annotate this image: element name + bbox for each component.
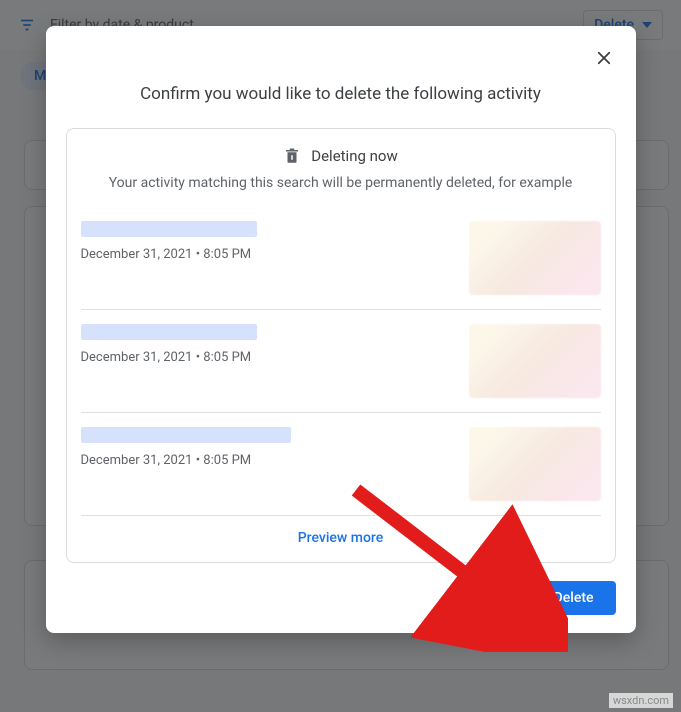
activity-thumbnail <box>469 427 601 501</box>
activity-timestamp: December 31, 2021 • 8:05 PM <box>81 350 257 365</box>
panel-heading-row: Deleting now <box>81 147 601 165</box>
preview-more-button[interactable]: Preview more <box>81 516 601 554</box>
delete-button[interactable]: Delete <box>532 581 616 615</box>
panel-subtext: Your activity matching this search will … <box>81 175 601 191</box>
modal-overlay: Confirm you would like to delete the fol… <box>0 0 681 712</box>
activity-item: December 31, 2021 • 8:05 PM <box>81 207 601 310</box>
activity-thumbnail <box>469 221 601 295</box>
activity-item: December 31, 2021 • 8:05 PM <box>81 310 601 413</box>
close-icon <box>595 49 613 67</box>
cancel-button[interactable]: Cancel <box>437 581 524 615</box>
redacted-title <box>81 221 257 237</box>
confirm-delete-dialog: Confirm you would like to delete the fol… <box>46 26 636 633</box>
watermark: wsxdn.com <box>609 693 673 708</box>
close-button[interactable] <box>590 44 618 72</box>
activity-preview-panel: Deleting now Your activity matching this… <box>66 128 616 563</box>
activity-timestamp: December 31, 2021 • 8:05 PM <box>81 453 291 468</box>
trash-icon <box>283 147 301 165</box>
dialog-title: Confirm you would like to delete the fol… <box>86 84 596 104</box>
dialog-actions: Cancel Delete <box>66 581 616 615</box>
redacted-title <box>81 427 291 443</box>
activity-thumbnail <box>469 324 601 398</box>
panel-heading: Deleting now <box>311 147 398 165</box>
redacted-title <box>81 324 257 340</box>
activity-item: December 31, 2021 • 8:05 PM <box>81 413 601 516</box>
activity-timestamp: December 31, 2021 • 8:05 PM <box>81 247 257 262</box>
